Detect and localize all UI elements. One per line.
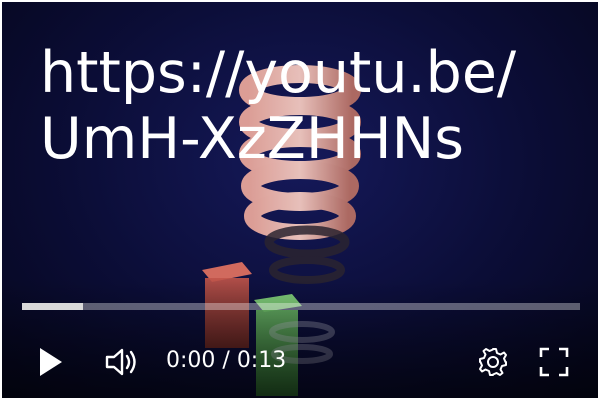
volume-icon xyxy=(105,348,136,376)
video-embed-frame: https://youtu.be/ UmH-XzZHHNs 0:00 / 0:1… xyxy=(0,0,600,400)
video-player[interactable]: https://youtu.be/ UmH-XzZHHNs 0:00 / 0:1… xyxy=(2,2,598,398)
url-overlay-text: https://youtu.be/ UmH-XzZHHNs xyxy=(40,40,516,172)
duration: 0:13 xyxy=(236,348,287,373)
play-button[interactable] xyxy=(30,340,70,384)
fullscreen-button[interactable] xyxy=(532,340,576,384)
fullscreen-icon xyxy=(539,347,569,377)
settings-button[interactable] xyxy=(472,340,514,384)
player-controls: 0:00 / 0:13 xyxy=(2,332,598,390)
url-line-2: UmH-XzZHHNs xyxy=(40,106,464,172)
time-display: 0:00 / 0:13 xyxy=(166,346,286,376)
gear-icon xyxy=(479,348,507,376)
progress-bar[interactable] xyxy=(22,303,580,310)
current-time: 0:00 xyxy=(166,348,216,373)
time-separator: / xyxy=(215,348,237,373)
volume-button[interactable] xyxy=(100,340,144,384)
progress-bar-fill xyxy=(22,303,83,310)
url-line-1: https://youtu.be/ xyxy=(40,40,517,106)
play-icon xyxy=(40,348,62,376)
